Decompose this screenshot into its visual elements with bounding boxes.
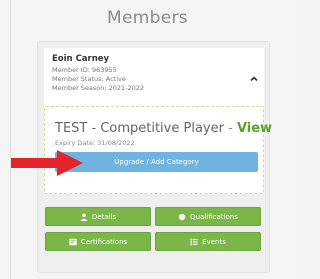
red-arrow-annotation xyxy=(11,150,83,176)
events-button[interactable]: Events xyxy=(155,232,261,251)
member-season: Member Season: 2021-2022 xyxy=(52,84,145,92)
member-name: Eoin Carney xyxy=(52,54,110,64)
chevron-up-icon[interactable] xyxy=(249,74,259,84)
details-button[interactable]: Details xyxy=(45,207,151,226)
category-name: TEST - Competitive Player xyxy=(55,121,224,136)
member-actions: Details Qualifications Certifications Ev… xyxy=(45,207,261,253)
page-title: Members xyxy=(107,8,188,28)
person-icon xyxy=(80,213,88,221)
events-label: Events xyxy=(202,237,226,246)
certifications-button[interactable]: Certifications xyxy=(45,232,151,251)
qualifications-label: Qualifications xyxy=(190,212,238,221)
page-shell: Members Eoin Carney Member ID: 963955 Me… xyxy=(0,0,295,279)
qualifications-button[interactable]: Qualifications xyxy=(155,207,261,226)
list-icon xyxy=(190,238,198,245)
certifications-label: Certifications xyxy=(80,237,128,246)
certificate-icon xyxy=(69,238,77,245)
member-status: Member Status: Active xyxy=(52,75,126,83)
upgrade-add-category-button[interactable]: Upgrade / Add Category xyxy=(55,152,258,172)
member-id: Member ID: 963955 xyxy=(52,66,117,74)
view-link[interactable]: View xyxy=(237,121,272,136)
details-label: Details xyxy=(91,212,117,221)
category-title-row: TEST - Competitive Player - View xyxy=(55,121,272,136)
expiry-date: Expiry Date: 31/08/2022 xyxy=(55,139,135,147)
category-separator: - xyxy=(228,121,233,136)
left-divider xyxy=(10,0,11,279)
circle-icon xyxy=(178,213,186,220)
